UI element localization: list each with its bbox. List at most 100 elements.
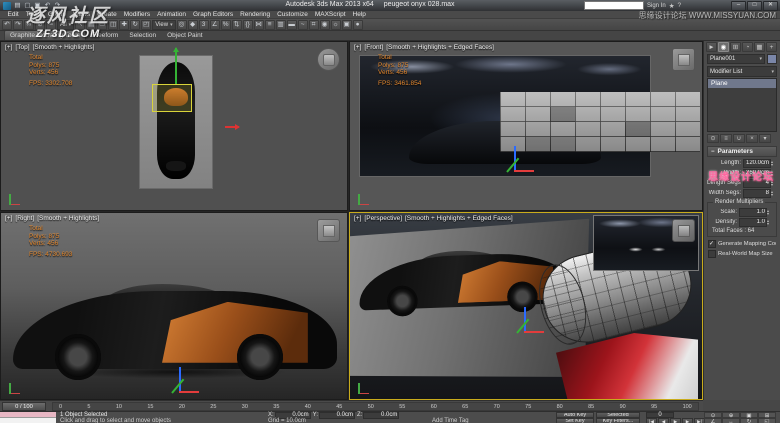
unlink-selection-icon[interactable]: ⊘: [35, 20, 45, 30]
named-selection-sets-icon[interactable]: {}: [243, 20, 253, 30]
reference-coordinate-system-dropdown[interactable]: View▾: [152, 20, 175, 30]
modifier-stack[interactable]: Plane: [707, 78, 777, 132]
viewport-right[interactable]: [+] [Right] [Smooth + Highlights] Total …: [0, 212, 348, 400]
render-production-icon[interactable]: ●: [353, 20, 363, 30]
save-file-icon[interactable]: ▣: [33, 1, 42, 10]
previous-frame-button[interactable]: ◀: [658, 418, 669, 423]
checkbox[interactable]: [708, 250, 716, 258]
select-by-name-icon[interactable]: ▤: [86, 20, 96, 30]
menu-item[interactable]: Rendering: [237, 11, 274, 19]
search-input[interactable]: [584, 1, 644, 10]
configure-modifier-sets-icon[interactable]: ▾: [759, 134, 771, 143]
undo-icon[interactable]: ↶: [2, 20, 12, 30]
select-and-rotate-icon[interactable]: ↻: [130, 20, 140, 30]
select-and-move-icon[interactable]: ✚: [119, 20, 129, 30]
viewport-front[interactable]: [+] [Front] [Smooth + Highlights + Edged…: [349, 41, 703, 211]
spinner[interactable]: ▴▾: [767, 219, 773, 226]
viewport-pov-menu[interactable]: [Right]: [15, 215, 34, 222]
viewport-pov-menu[interactable]: [Front]: [364, 44, 383, 51]
ribbon-tab[interactable]: Graphite Modeling Tools: [4, 30, 86, 40]
render-setup-icon[interactable]: ☼: [331, 20, 341, 30]
add-time-tag[interactable]: Add Time Tag: [432, 418, 469, 423]
modify-tab-icon[interactable]: ◉: [718, 42, 729, 52]
select-and-manipulate-icon[interactable]: ◆: [188, 20, 198, 30]
create-tab-icon[interactable]: ►: [706, 42, 717, 52]
undo-icon[interactable]: ↶: [43, 1, 52, 10]
coordinate-input[interactable]: 0.0cm: [363, 412, 399, 419]
viewport-general-menu[interactable]: [+]: [354, 44, 361, 51]
menu-item[interactable]: MAXScript: [311, 11, 349, 19]
track-bar[interactable]: 0510152025303540455055606570758085909510…: [52, 402, 699, 411]
hierarchy-tab-icon[interactable]: ⊞: [730, 42, 741, 52]
menu-item[interactable]: Group: [44, 11, 69, 19]
gizmo-y-axis[interactable]: [175, 48, 177, 84]
checkbox-row[interactable]: Generate Mapping Coords.: [704, 239, 780, 249]
move-gizmo[interactable]: [518, 305, 546, 335]
modifier-list-dropdown[interactable]: Modifier List ▾: [707, 66, 777, 77]
select-object-icon[interactable]: ↖: [75, 20, 85, 30]
ribbon-toggle-icon[interactable]: ▬: [287, 20, 297, 30]
modifier-stack-item[interactable]: Plane: [708, 79, 776, 88]
parameter-input[interactable]: 1.0: [739, 208, 767, 217]
menu-item[interactable]: Customize: [274, 11, 312, 19]
menu-item[interactable]: Graph Editors: [190, 11, 237, 19]
coordinate-input[interactable]: 0.0cm: [319, 412, 355, 419]
make-unique-icon[interactable]: ∪: [733, 134, 745, 143]
parameter-input[interactable]: 120.0cm: [743, 159, 771, 168]
spinner[interactable]: ▴▾: [771, 160, 777, 167]
field-of-view-icon[interactable]: ∠: [704, 418, 722, 423]
orbit-icon[interactable]: ↻: [740, 418, 758, 423]
parameter-input[interactable]: 4: [743, 179, 771, 188]
set-key-button[interactable]: Set Key: [556, 418, 594, 423]
remove-modifier-icon[interactable]: ×: [746, 134, 758, 143]
new-file-icon[interactable]: ▤: [13, 1, 22, 10]
parameter-input[interactable]: 1.0: [739, 218, 767, 227]
spinner[interactable]: ▴▾: [771, 190, 777, 197]
viewcube[interactable]: [317, 48, 340, 71]
help-icon[interactable]: ?: [678, 2, 682, 9]
select-and-scale-icon[interactable]: ◰: [141, 20, 151, 30]
close-button[interactable]: ✕: [763, 1, 778, 11]
viewport-shading-menu[interactable]: [Smooth + Highlights]: [37, 215, 99, 222]
ribbon-tab[interactable]: Freeform: [87, 31, 123, 40]
viewport-general-menu[interactable]: [+]: [354, 215, 361, 222]
menu-item[interactable]: Tools: [22, 11, 44, 19]
pan-icon[interactable]: ↔: [722, 418, 740, 423]
spinner-snap-icon[interactable]: ⇅: [232, 20, 242, 30]
viewport-shading-menu[interactable]: [Smooth + Highlights]: [33, 44, 95, 51]
bind-to-space-warp-icon[interactable]: ≈: [46, 20, 56, 30]
open-file-icon[interactable]: ▢: [23, 1, 32, 10]
maximize-button[interactable]: □: [747, 1, 762, 11]
ribbon-tab[interactable]: Selection: [124, 31, 161, 40]
viewport-general-menu[interactable]: [+]: [5, 215, 12, 222]
show-end-result-icon[interactable]: ≡: [720, 134, 732, 143]
checkbox-row[interactable]: Real-World Map Size: [704, 249, 780, 259]
align-icon[interactable]: ≡: [265, 20, 275, 30]
schematic-view-icon[interactable]: ⌗: [309, 20, 319, 30]
selection-set-dropdown[interactable]: Selected: [596, 412, 640, 418]
sign-in-link[interactable]: Sign In: [647, 3, 666, 9]
display-tab-icon[interactable]: ▦: [754, 42, 765, 52]
menu-item[interactable]: Views: [69, 11, 93, 19]
spinner[interactable]: ▴▾: [771, 180, 777, 187]
percent-snap-icon[interactable]: %: [221, 20, 231, 30]
viewport-shading-menu[interactable]: [Smooth + Highlights + Edged Faces]: [405, 215, 513, 222]
mirror-icon[interactable]: ⋈: [254, 20, 264, 30]
window-crossing-icon[interactable]: ◫: [108, 20, 118, 30]
parameter-input[interactable]: 260.0cm: [743, 169, 771, 178]
spinner[interactable]: ▴▾: [767, 209, 773, 216]
parameter-input[interactable]: 8: [743, 189, 771, 198]
snaps-toggle-icon[interactable]: 3: [199, 20, 209, 30]
viewport-pov-menu[interactable]: [Top]: [15, 44, 29, 51]
utilities-tab-icon[interactable]: +: [766, 42, 777, 52]
favorites-star-icon[interactable]: ★: [669, 2, 675, 10]
object-name-field[interactable]: Plane001 ▾: [707, 54, 765, 64]
viewcube[interactable]: [672, 219, 695, 242]
redo-icon[interactable]: ↷: [53, 1, 62, 10]
move-gizmo[interactable]: [173, 365, 201, 395]
parameters-rollout-header[interactable]: − Parameters: [707, 146, 777, 157]
menu-item[interactable]: Create: [94, 11, 121, 19]
menu-item[interactable]: Help: [349, 11, 369, 19]
pin-stack-icon[interactable]: ⊙: [707, 134, 719, 143]
play-button[interactable]: ▶: [670, 418, 681, 423]
